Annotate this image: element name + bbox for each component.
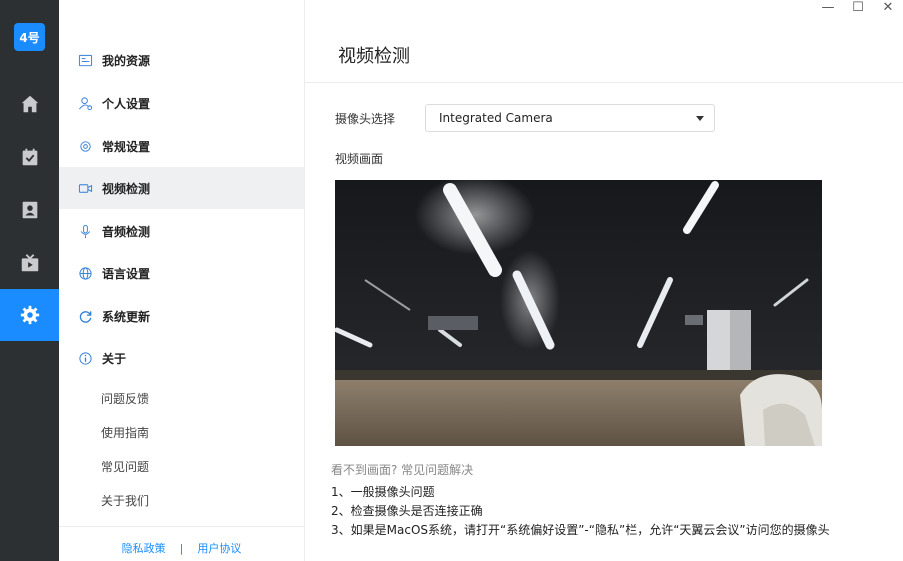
menu-item-video-check[interactable]: 视频检测 (59, 167, 304, 209)
app-logo: 4号 (14, 23, 45, 51)
footer-links: 隐私政策 | 用户协议 (59, 540, 304, 556)
video-preview (335, 180, 822, 446)
menu-item-label: 视频检测 (102, 181, 151, 196)
app-window: 4号 我的资源 个人设置 常规设置 视频检测 音频检测 语言设置 系统更新 关于… (0, 0, 903, 561)
rail-live-button[interactable] (0, 237, 59, 289)
help-line: 2、检查摄像头是否连接正确 (331, 504, 483, 518)
video-preview-label: 视频画面 (335, 152, 384, 166)
menu-item-system-update[interactable]: 系统更新 (59, 295, 304, 337)
help-line: 3、如果是MacOS系统，请打开“系统偏好设置”-“隐私”栏，允许“天翼云会议”… (331, 523, 830, 537)
icon-rail: 4号 (0, 0, 59, 561)
calendar-check-icon (22, 148, 37, 166)
rail-settings-button[interactable] (0, 289, 59, 341)
user-agreement-link[interactable]: 用户协议 (197, 542, 241, 555)
menu-item-label: 个人设置 (102, 96, 151, 111)
cog-icon (77, 138, 93, 154)
menu-item-label: 关于 (102, 351, 127, 366)
settings-menu: 我的资源 个人设置 常规设置 视频检测 音频检测 语言设置 系统更新 关于 问题… (59, 0, 305, 561)
menu-item-label: 系统更新 (102, 309, 151, 324)
menu-item-label: 常规设置 (102, 139, 151, 154)
user-settings-icon (77, 95, 93, 111)
rail-home-button[interactable] (0, 78, 59, 130)
menu-item-label: 音频检测 (102, 224, 151, 239)
title-divider (305, 82, 903, 83)
main-panel: — ☐ ✕ 视频检测 摄像头选择 Integrated Camera 视频画面 (305, 0, 903, 561)
minimize-button[interactable]: — (821, 0, 835, 15)
tv-icon (21, 254, 38, 272)
gear-icon (20, 305, 39, 325)
menu-divider (59, 526, 304, 527)
home-icon (21, 95, 38, 113)
menu-item-label: 语言设置 (102, 266, 151, 281)
camera-feed-image (335, 180, 822, 446)
menu-item-about[interactable]: 关于 (59, 337, 304, 379)
chevron-down-icon (696, 116, 704, 121)
microphone-icon (77, 223, 93, 239)
rail-schedule-button[interactable] (0, 131, 59, 183)
refresh-icon (77, 308, 93, 324)
menu-item-language[interactable]: 语言设置 (59, 252, 304, 294)
page-title: 视频检测 (338, 46, 410, 67)
footer-separator: | (179, 542, 184, 555)
id-card-icon (77, 52, 93, 68)
menu-item-general-settings[interactable]: 常规设置 (59, 125, 304, 167)
menu-item-audio-check[interactable]: 音频检测 (59, 210, 304, 252)
globe-icon (77, 265, 93, 281)
video-icon (77, 180, 93, 196)
maximize-button[interactable]: ☐ (851, 0, 865, 15)
close-button[interactable]: ✕ (881, 0, 895, 15)
contacts-icon (22, 201, 37, 219)
camera-select[interactable]: Integrated Camera (425, 104, 715, 132)
sub-item-faq[interactable]: 常见问题 (101, 458, 149, 475)
sub-item-user-guide[interactable]: 使用指南 (101, 424, 149, 441)
rail-contacts-button[interactable] (0, 184, 59, 236)
help-link[interactable]: 看不到画面? 常见问题解决 (331, 461, 473, 478)
window-controls: — ☐ ✕ (821, 0, 895, 15)
help-line: 1、一般摄像头问题 (331, 485, 435, 499)
sub-item-about-us[interactable]: 关于我们 (101, 492, 149, 509)
info-icon (77, 350, 93, 366)
privacy-policy-link[interactable]: 隐私政策 (122, 542, 166, 555)
menu-item-my-resources[interactable]: 我的资源 (59, 39, 304, 81)
sub-item-feedback[interactable]: 问题反馈 (101, 390, 149, 407)
camera-select-label: 摄像头选择 (335, 112, 396, 126)
menu-item-personal-settings[interactable]: 个人设置 (59, 82, 304, 124)
camera-select-value: Integrated Camera (439, 111, 553, 125)
menu-item-label: 我的资源 (102, 53, 151, 68)
